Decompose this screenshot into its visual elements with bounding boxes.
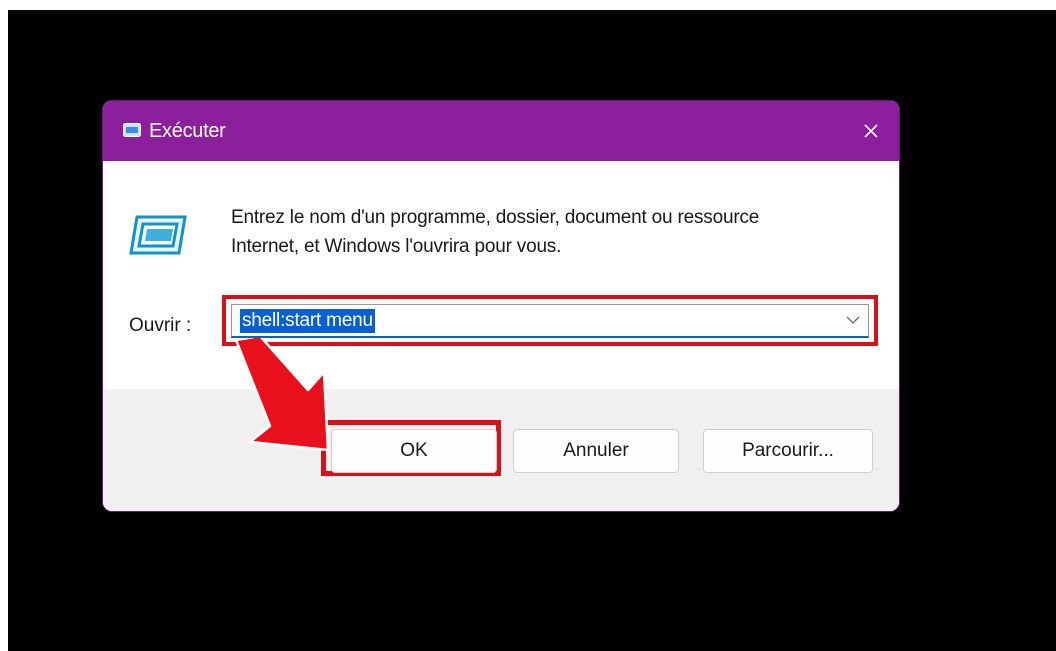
red-arrow-icon [234,338,330,452]
ok-button[interactable]: OK [331,429,497,473]
window-title: Exécuter [149,120,226,142]
cancel-button[interactable]: Annuler [513,429,679,473]
close-icon [864,124,878,138]
run-program-icon [129,215,187,255]
run-icon [123,123,141,137]
title-bar: Exécuter [103,101,899,161]
browse-button[interactable]: Parcourir... [703,429,873,473]
open-label: Ouvrir : [129,315,192,336]
close-button[interactable] [843,101,899,161]
dialog-description: Entrez le nom d'un programme, dossier, d… [231,207,760,257]
